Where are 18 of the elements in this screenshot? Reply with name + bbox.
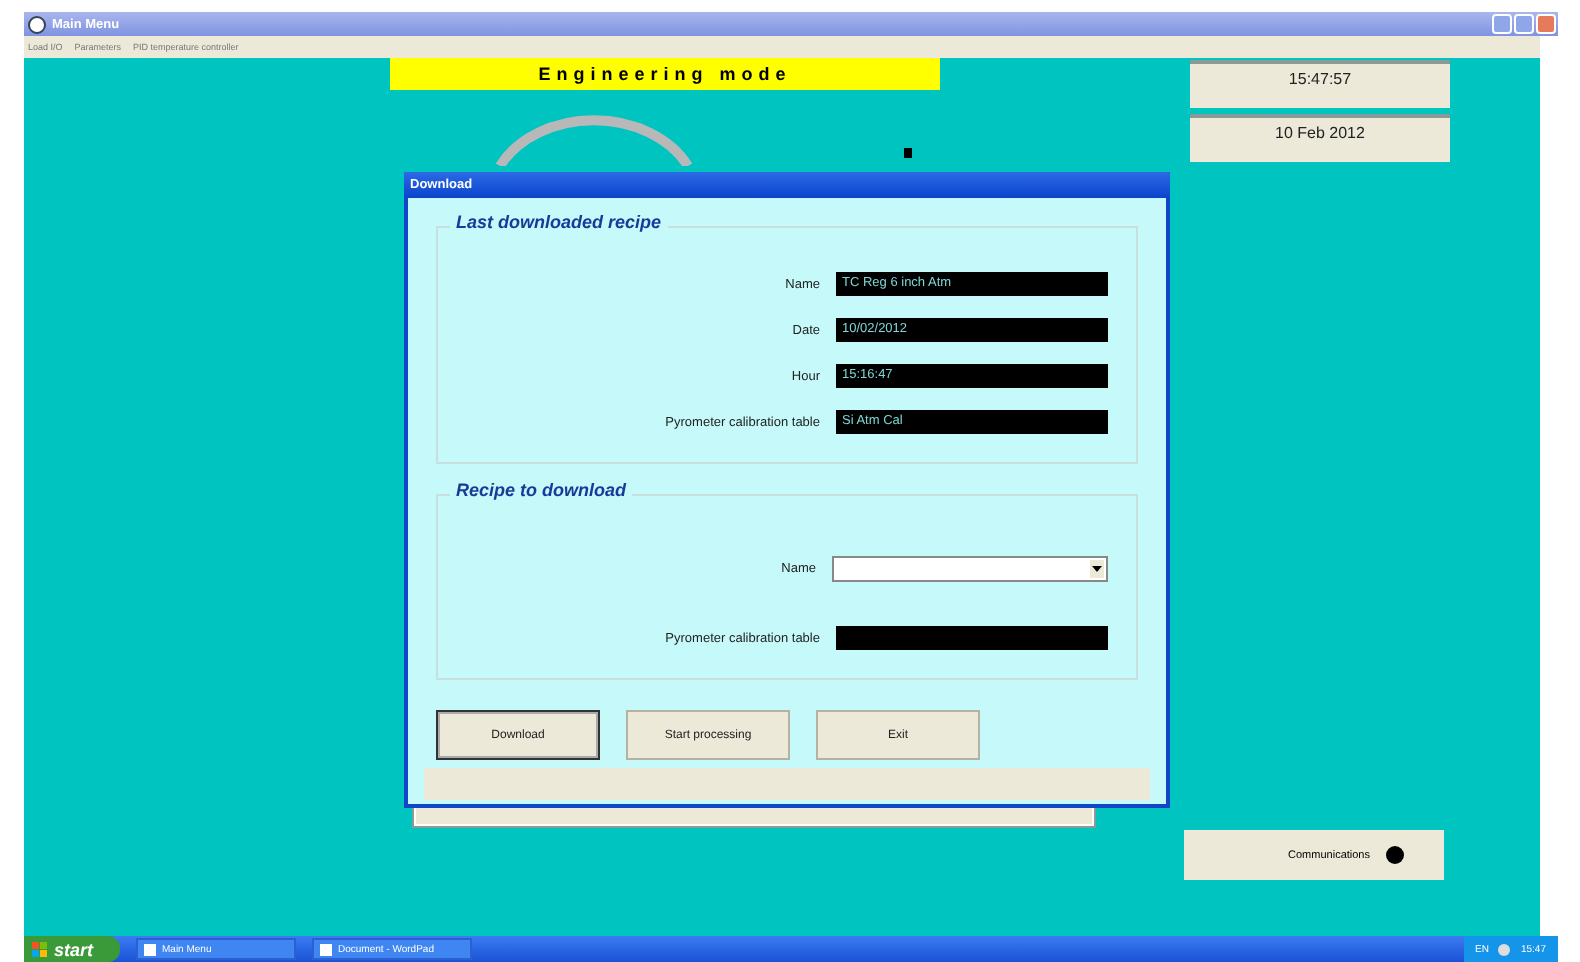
tray-icon	[1498, 943, 1511, 955]
status-indicator-icon	[1386, 846, 1404, 864]
close-button[interactable]	[1536, 14, 1556, 34]
maximize-button[interactable]	[1514, 14, 1534, 34]
clock-display: 15:47:57	[1190, 60, 1450, 108]
mode-banner: Engineering mode	[390, 58, 940, 90]
app-icon	[28, 15, 46, 33]
group-title: Last downloaded recipe	[450, 212, 668, 232]
caret-icon	[1092, 566, 1102, 572]
window-icon	[320, 943, 332, 955]
clock-display: 10 Feb 2012	[1190, 114, 1450, 162]
dropdown-field[interactable]	[832, 556, 1108, 582]
needle-marker	[904, 148, 912, 158]
minimize-button[interactable]	[1492, 14, 1512, 34]
group-title: Recipe to download	[450, 480, 633, 500]
start-button[interactable]: start	[24, 936, 120, 962]
flag-icon	[32, 941, 48, 957]
window-icon	[144, 943, 156, 955]
